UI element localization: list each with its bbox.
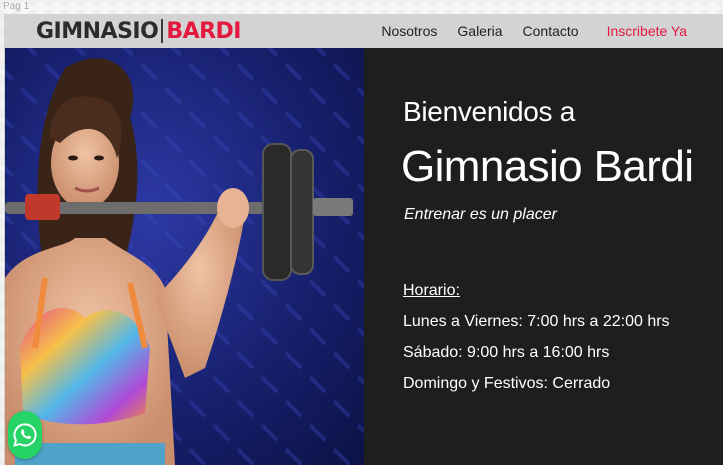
site-frame: GIMNASIO BARDI Nosotros Galeria Contacto… xyxy=(4,14,723,465)
page-label: Pag 1 xyxy=(3,1,30,12)
brand-logo[interactable]: GIMNASIO BARDI xyxy=(36,18,241,44)
nav-link-nosotros[interactable]: Nosotros xyxy=(381,23,437,39)
hero-photo-illustration xyxy=(5,48,364,465)
schedule-sunday: Domingo y Festivos: Cerrado xyxy=(403,375,611,392)
hero-content: Bienvenidos a Gimnasio Bardi Entrenar es… xyxy=(364,48,723,465)
hero-photo xyxy=(5,48,364,465)
nav-link-contacto[interactable]: Contacto xyxy=(523,23,579,39)
welcome-heading: Bienvenidos a xyxy=(403,96,576,127)
schedule-title: Horario: xyxy=(403,282,460,299)
brand-logo-part1: GIMNASIO xyxy=(36,18,159,44)
whatsapp-button[interactable] xyxy=(8,411,42,459)
main-nav: Nosotros Galeria Contacto Inscribete Ya xyxy=(381,14,723,48)
nav-link-galeria[interactable]: Galeria xyxy=(457,23,502,39)
brand-logo-part2: BARDI xyxy=(166,18,241,44)
schedule-saturday: Sábado: 9:00 hrs a 16:00 hrs xyxy=(403,344,610,361)
whatsapp-icon xyxy=(13,423,37,447)
tagline: Entrenar es un placer xyxy=(404,206,557,223)
nav-link-inscribete[interactable]: Inscribete Ya xyxy=(607,23,687,39)
gym-name-heading: Gimnasio Bardi xyxy=(401,142,694,191)
schedule-weekdays: Lunes a Viernes: 7:00 hrs a 22:00 hrs xyxy=(403,313,670,330)
navbar: GIMNASIO BARDI Nosotros Galeria Contacto… xyxy=(5,14,723,48)
brand-logo-divider xyxy=(161,19,164,43)
